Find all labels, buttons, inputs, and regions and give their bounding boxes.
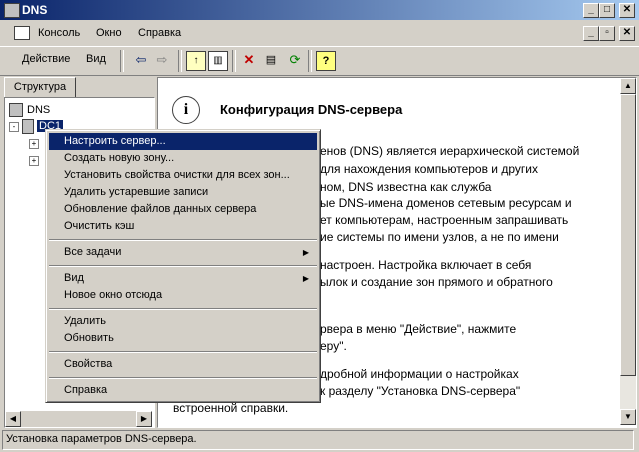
app-icon bbox=[4, 3, 20, 18]
ctx-properties[interactable]: Свойства bbox=[49, 356, 317, 373]
tree-item-child-1[interactable]: + bbox=[29, 137, 39, 149]
view-menu[interactable]: Вид bbox=[86, 53, 106, 65]
scroll-right-icon[interactable]: ▶ bbox=[136, 411, 152, 427]
tab-structure[interactable]: Структура bbox=[4, 77, 76, 99]
content-line: встроенной справки. bbox=[173, 401, 289, 415]
show-hide-tree-icon[interactable]: ▥ bbox=[208, 51, 228, 71]
menu-window[interactable]: Окно bbox=[96, 27, 122, 39]
action-menu[interactable]: Действие bbox=[22, 53, 70, 65]
ctx-view-label: Вид bbox=[64, 272, 84, 284]
minimize-button[interactable]: _ bbox=[583, 3, 599, 18]
expand-icon: - bbox=[9, 122, 19, 133]
properties-icon[interactable]: ▤ bbox=[262, 51, 280, 69]
content-line: к разделу "Установка DNS-сервера" bbox=[320, 384, 521, 398]
expand-icon: + bbox=[29, 156, 39, 166]
close-button[interactable]: ✕ bbox=[619, 3, 635, 18]
scroll-down-icon[interactable]: ▼ bbox=[620, 409, 636, 425]
menu-console[interactable]: Консоль bbox=[38, 27, 80, 39]
content-line: для нахождения компьютеров и других bbox=[320, 162, 538, 176]
tab-structure-label: Структура bbox=[13, 81, 67, 93]
content-title: Конфигурация DNS-сервера bbox=[220, 102, 403, 117]
forward-arrow-icon[interactable]: ⇨ bbox=[153, 51, 171, 69]
content-line: ном, DNS известна как служба bbox=[320, 180, 492, 194]
tree-item-child-2[interactable]: + bbox=[29, 154, 39, 166]
scroll-left-icon[interactable]: ◀ bbox=[5, 411, 21, 427]
ctx-update-data-files[interactable]: Обновление файлов данных сервера bbox=[49, 201, 317, 218]
tree-item-dns[interactable]: DNS bbox=[9, 103, 50, 117]
child-minimize-button[interactable]: _ bbox=[583, 26, 599, 41]
content-line: дробной информации о настройках bbox=[320, 367, 519, 381]
delete-icon[interactable]: ✕ bbox=[240, 51, 258, 69]
scroll-thumb[interactable] bbox=[620, 94, 636, 376]
back-arrow-icon[interactable]: ⇦ bbox=[132, 51, 150, 69]
refresh-icon[interactable]: ⟳ bbox=[286, 51, 304, 69]
ctx-view[interactable]: Вид ▶ bbox=[49, 270, 317, 287]
ctx-set-aging[interactable]: Установить свойства очистки для всех зон… bbox=[49, 167, 317, 184]
menu-bar: Консоль Окно Справка _ ▫ ✕ bbox=[0, 22, 639, 44]
up-level-icon[interactable]: ↑ bbox=[186, 51, 206, 71]
scroll-up-icon[interactable]: ▲ bbox=[620, 78, 636, 94]
ctx-delete[interactable]: Удалить bbox=[49, 313, 317, 330]
status-bar: Установка параметров DNS-сервера. bbox=[2, 430, 634, 450]
child-close-button[interactable]: ✕ bbox=[619, 26, 635, 41]
ctx-configure-server[interactable]: Настроить сервер... bbox=[49, 133, 317, 150]
content-line: рвера в меню "Действие", нажмите bbox=[320, 322, 517, 336]
tree-label-dns: DNS bbox=[27, 103, 51, 116]
content-line: ет компьютерам, настроенным запрашивать bbox=[320, 213, 569, 227]
ctx-help[interactable]: Справка bbox=[49, 382, 317, 399]
info-icon: i bbox=[172, 96, 200, 124]
server-icon bbox=[22, 119, 34, 134]
submenu-arrow-icon: ▶ bbox=[302, 274, 309, 283]
content-vertical-scrollbar[interactable]: ▲ ▼ bbox=[620, 78, 636, 425]
ctx-new-zone[interactable]: Создать новую зону... bbox=[49, 150, 317, 167]
console-icon bbox=[14, 26, 30, 40]
content-line: настроен. Настройка включает в себя bbox=[320, 258, 532, 272]
content-line: ые DNS-имена доменов сетевым ресурсам и bbox=[320, 196, 572, 210]
help-icon[interactable]: ? bbox=[316, 51, 336, 71]
dns-icon bbox=[9, 103, 23, 117]
content-line: ылок и создание зон прямого и обратного bbox=[320, 275, 553, 289]
maximize-button[interactable]: □ bbox=[599, 3, 615, 18]
submenu-arrow-icon: ▶ bbox=[302, 248, 309, 257]
ctx-scavenge[interactable]: Удалить устаревшие записи bbox=[49, 184, 317, 201]
tab-strip: Структура bbox=[4, 77, 154, 99]
status-text: Установка параметров DNS-сервера. bbox=[6, 433, 197, 445]
toolbar: Действие Вид ⇦ ⇨ ↑ ▥ ✕ ▤ ⟳ ? bbox=[0, 46, 639, 76]
window-title: DNS bbox=[22, 3, 48, 17]
context-menu: Настроить сервер... Создать новую зону..… bbox=[45, 129, 321, 403]
title-bar[interactable]: DNS _ □ ✕ bbox=[0, 0, 639, 20]
expand-icon: + bbox=[29, 139, 39, 149]
ctx-clear-cache[interactable]: Очистить кэш bbox=[49, 218, 317, 235]
content-line: ие системы по имени узлов, а не по имени bbox=[320, 230, 559, 244]
content-line: енов (DNS) является иерархической систем… bbox=[320, 144, 580, 158]
menu-help[interactable]: Справка bbox=[138, 27, 181, 39]
ctx-all-tasks[interactable]: Все задачи ▶ bbox=[49, 244, 317, 261]
ctx-new-window[interactable]: Новое окно отсюда bbox=[49, 287, 317, 304]
content-line: еру". bbox=[320, 339, 347, 353]
ctx-refresh[interactable]: Обновить bbox=[49, 330, 317, 347]
tree-horizontal-scrollbar[interactable]: ◀ ▶ bbox=[5, 411, 152, 427]
ctx-all-tasks-label: Все задачи bbox=[64, 246, 122, 258]
child-restore-button[interactable]: ▫ bbox=[599, 26, 615, 41]
